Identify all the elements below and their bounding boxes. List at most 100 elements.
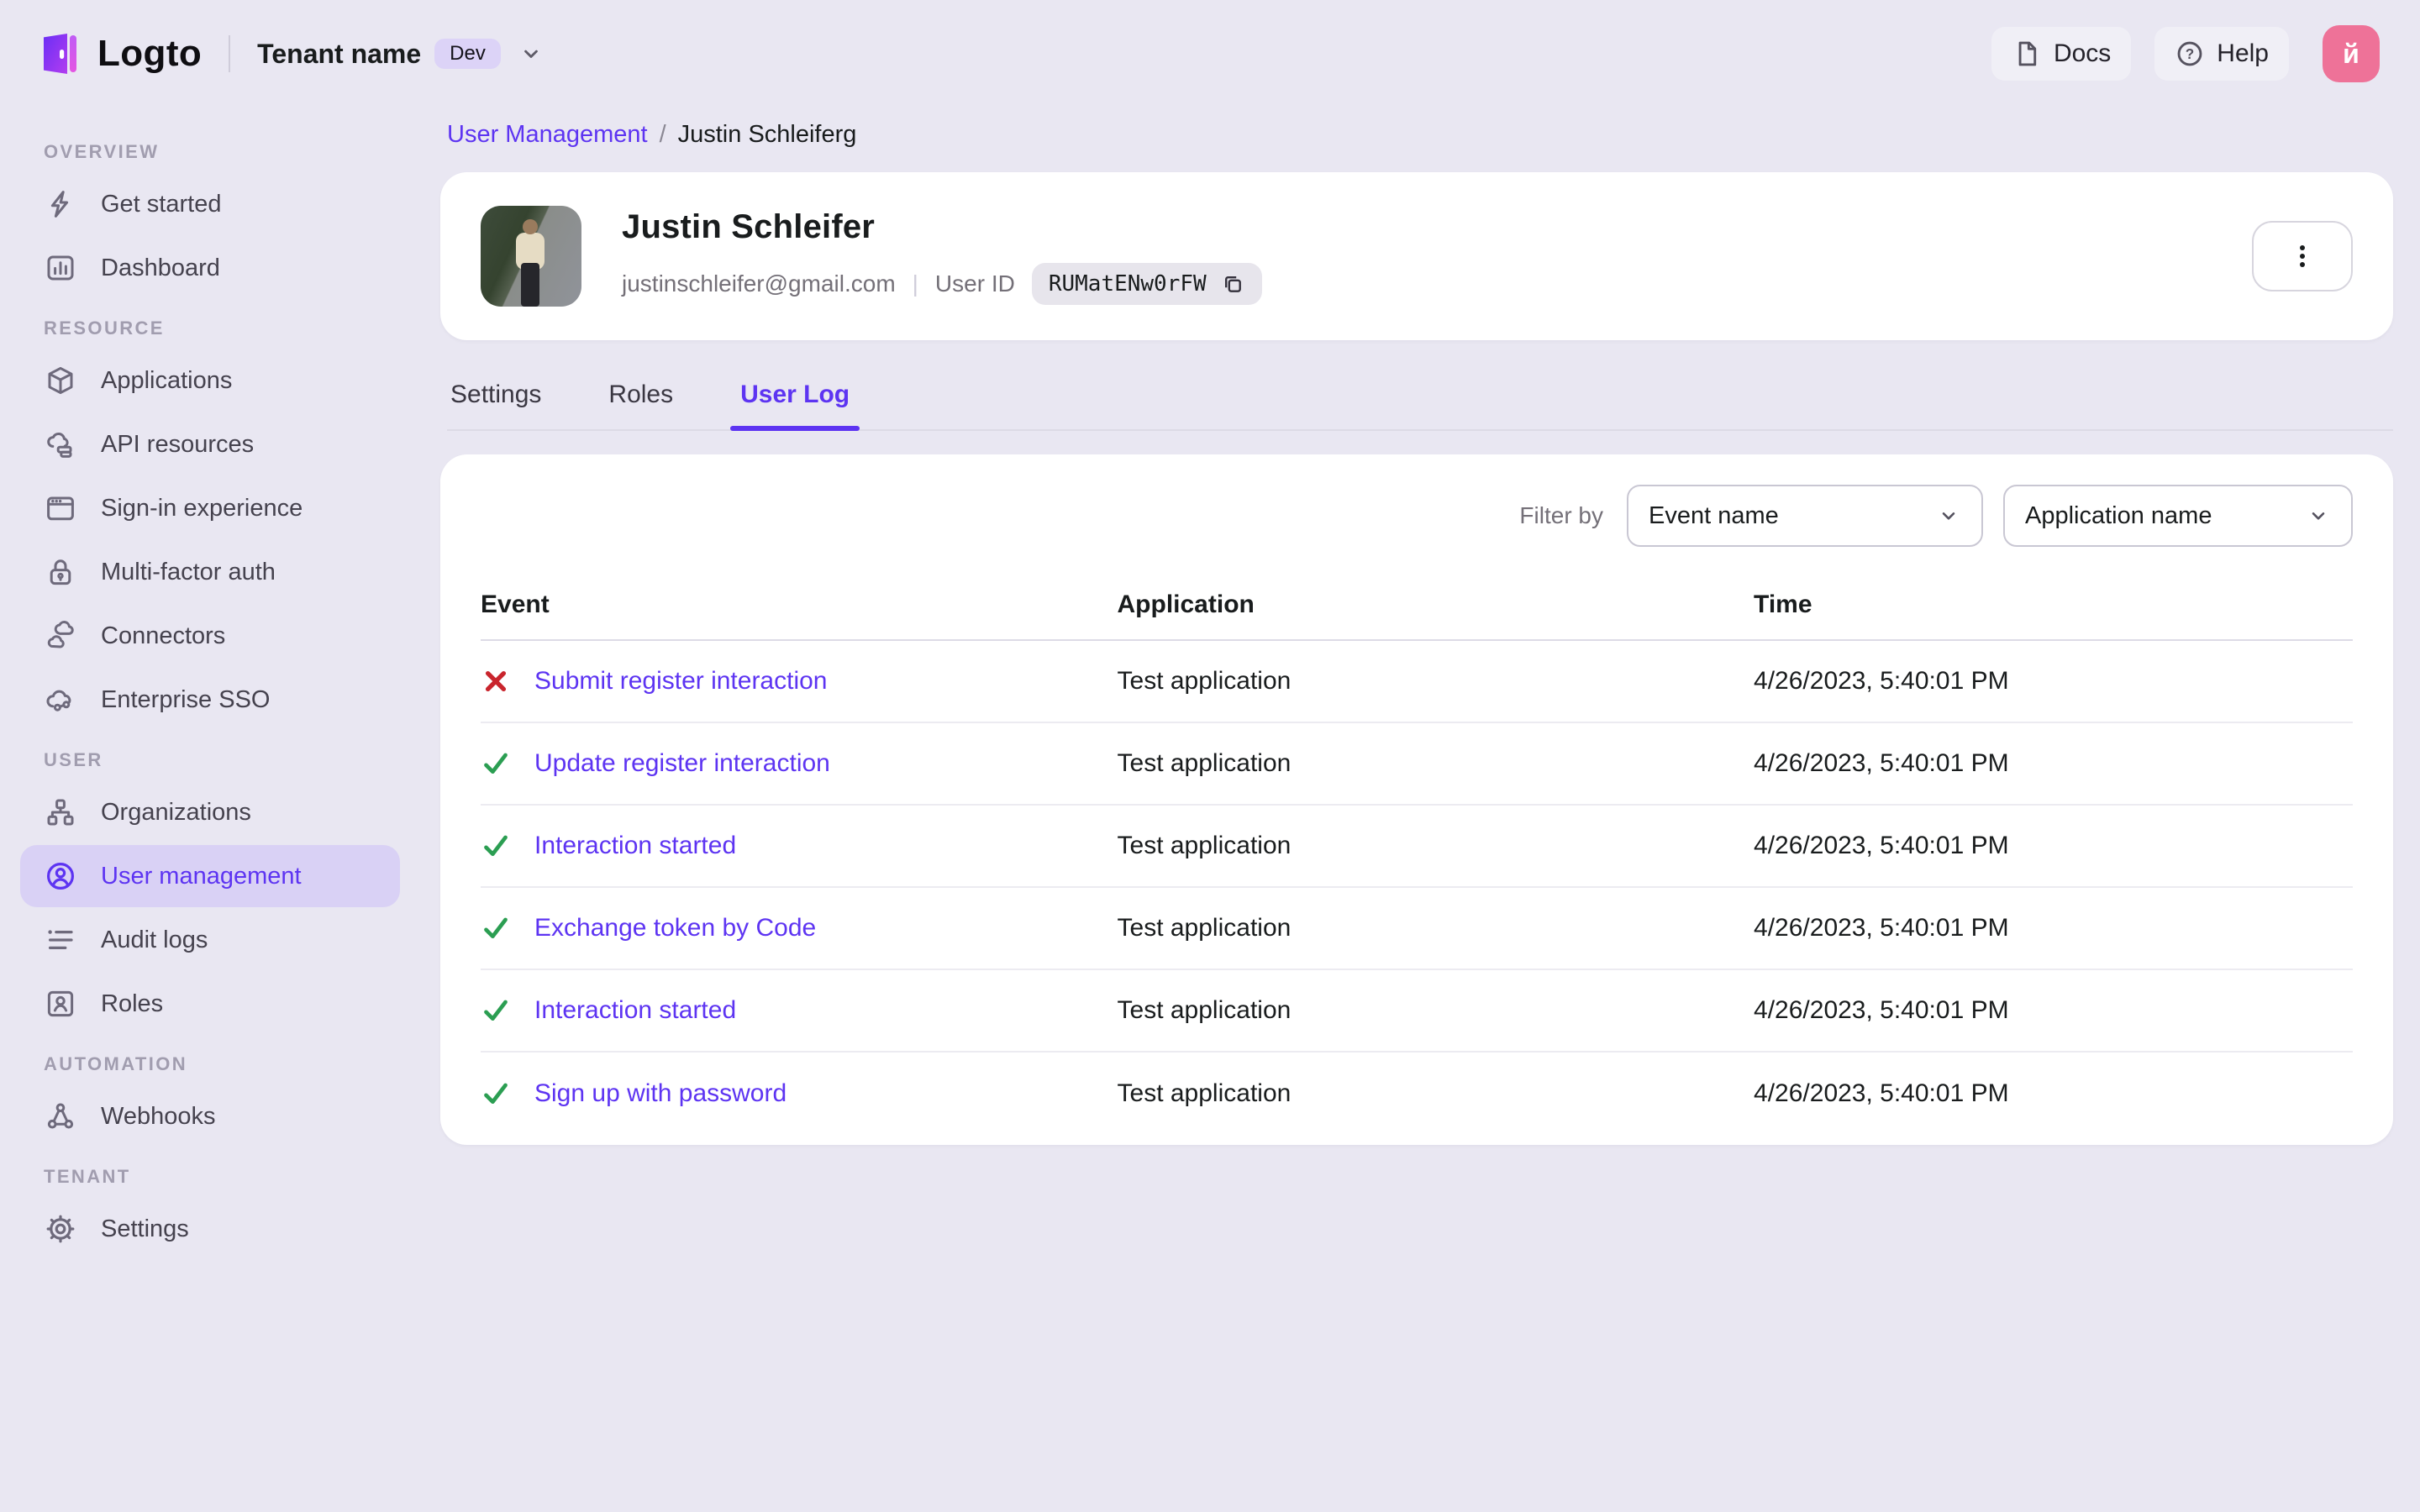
tab-roles[interactable]: Roles: [605, 381, 676, 429]
user-id-label: User ID: [934, 270, 1015, 297]
logto-console: Logto Tenant name Dev Docs ? Help й OVER…: [0, 0, 2420, 1512]
column-header-application: Application: [1117, 591, 1255, 618]
sidebar-item-label: Roles: [101, 990, 164, 1017]
sidebar-item-webhooks[interactable]: Webhooks: [20, 1085, 400, 1147]
kebab-icon: [2289, 243, 2316, 270]
application-cell: Test application: [1117, 1079, 1292, 1107]
role-card-icon: [44, 987, 77, 1021]
success-check-icon: [481, 831, 511, 861]
api-resources-icon: [44, 428, 77, 461]
time-cell: 4/26/2023, 5:40:01 PM: [1754, 996, 2009, 1024]
event-link[interactable]: Sign up with password: [534, 1079, 786, 1108]
breadcrumb-current: Justin Schleiferg: [677, 121, 857, 148]
event-link[interactable]: Update register interaction: [534, 749, 830, 778]
log-table-body: Submit register interaction Test applica…: [481, 641, 2353, 1135]
user-id-chip[interactable]: RUMatENw0rFW: [1031, 262, 1262, 305]
sidebar-item-roles[interactable]: Roles: [20, 973, 400, 1035]
event-link[interactable]: Exchange token by Code: [534, 914, 816, 942]
dashboard-icon: [44, 251, 77, 285]
tenant-name[interactable]: Tenant name: [257, 39, 421, 70]
sidebar-item-api-resources[interactable]: API resources: [20, 413, 400, 475]
event-name-select[interactable]: Event name: [1627, 485, 1983, 547]
help-button[interactable]: ? Help: [2154, 27, 2289, 81]
sidebar-section-resource: RESOURCE: [44, 318, 165, 339]
application-name-select-value: Application name: [2025, 501, 2212, 529]
svg-text:?: ?: [2186, 46, 2194, 62]
sidebar: OVERVIEW Get started Dashboard RESOURCE …: [0, 108, 420, 1262]
sidebar-item-label: Dashboard: [101, 254, 220, 281]
event-link[interactable]: Submit register interaction: [534, 667, 828, 696]
success-check-icon: [481, 913, 511, 943]
logto-logo-icon[interactable]: [34, 29, 84, 79]
table-row: Interaction started Test application 4/2…: [481, 970, 2353, 1053]
sidebar-item-get-started[interactable]: Get started: [20, 173, 400, 235]
sidebar-item-label: Get started: [101, 190, 222, 218]
user-card: Justin Schleifer justinschleifer@gmail.c…: [440, 172, 2393, 340]
sidebar-item-label: Sign-in experience: [101, 494, 303, 522]
question-circle-icon: ?: [2175, 39, 2205, 69]
sidebar-item-label: Webhooks: [101, 1102, 216, 1130]
success-check-icon: [481, 995, 511, 1026]
webhook-icon: [44, 1100, 77, 1133]
success-check-icon: [481, 1079, 511, 1109]
event-link[interactable]: Interaction started: [534, 832, 736, 860]
user-avatar-photo: [481, 206, 581, 307]
bolt-icon: [44, 187, 77, 221]
logto-wordmark: Logto: [97, 33, 203, 74]
event-link[interactable]: Interaction started: [534, 996, 736, 1025]
time-cell: 4/26/2023, 5:40:01 PM: [1754, 667, 2009, 695]
account-avatar[interactable]: й: [2323, 25, 2380, 82]
sidebar-item-audit-logs[interactable]: Audit logs: [20, 909, 400, 971]
time-cell: 4/26/2023, 5:40:01 PM: [1754, 832, 2009, 859]
sidebar-item-dashboard[interactable]: Dashboard: [20, 237, 400, 299]
sidebar-item-label: Organizations: [101, 798, 251, 826]
application-cell: Test application: [1117, 832, 1292, 859]
tenant-env-badge: Dev: [434, 39, 501, 69]
application-name-select[interactable]: Application name: [2003, 485, 2353, 547]
sidebar-item-label: Connectors: [101, 622, 226, 649]
chevron-down-icon[interactable]: [518, 40, 544, 67]
sidebar-item-connectors[interactable]: Connectors: [20, 605, 400, 667]
applications-cube-icon: [44, 364, 77, 397]
tab-user-log[interactable]: User Log: [730, 381, 860, 431]
sidebar-item-applications[interactable]: Applications: [20, 349, 400, 412]
breadcrumb-user-management-link[interactable]: User Management: [447, 121, 648, 149]
filter-row: Filter by Event name Application name: [481, 485, 2353, 547]
org-tree-icon: [44, 795, 77, 829]
chevron-down-icon: [2306, 503, 2331, 528]
breadcrumb-separator: /: [659, 121, 666, 148]
application-cell: Test application: [1117, 996, 1292, 1024]
copy-icon[interactable]: [1220, 271, 1245, 297]
success-check-icon: [481, 748, 511, 779]
more-actions-button[interactable]: [2252, 221, 2353, 291]
user-name: Justin Schleifer: [622, 207, 876, 245]
sidebar-item-settings[interactable]: Settings: [20, 1198, 400, 1260]
connectors-cloud-icon: [44, 619, 77, 653]
sidebar-item-label: Enterprise SSO: [101, 685, 271, 713]
sidebar-item-user-management[interactable]: User management: [20, 845, 400, 907]
table-row: Update register interaction Test applica…: [481, 723, 2353, 806]
filter-by-label: Filter by: [1519, 502, 1603, 528]
docs-button[interactable]: Docs: [1991, 27, 2132, 81]
user-id-value: RUMatENw0rFW: [1048, 270, 1207, 297]
sidebar-item-label: Multi-factor auth: [101, 558, 276, 585]
document-icon: [2012, 39, 2042, 69]
table-row: Submit register interaction Test applica…: [481, 641, 2353, 723]
application-cell: Test application: [1117, 667, 1292, 695]
sign-in-browser-icon: [44, 491, 77, 525]
topbar-divider: [229, 35, 231, 72]
sidebar-item-multi-factor-auth[interactable]: Multi-factor auth: [20, 541, 400, 603]
time-cell: 4/26/2023, 5:40:01 PM: [1754, 1079, 2009, 1107]
tab-bar: Settings Roles User Log: [447, 381, 2393, 431]
sidebar-item-organizations[interactable]: Organizations: [20, 781, 400, 843]
table-row: Sign up with password Test application 4…: [481, 1053, 2353, 1135]
column-header-event: Event: [481, 591, 550, 618]
user-log-panel: Filter by Event name Application name Ev…: [440, 454, 2393, 1145]
application-cell: Test application: [1117, 749, 1292, 777]
tab-settings[interactable]: Settings: [447, 381, 544, 429]
sidebar-item-enterprise-sso[interactable]: Enterprise SSO: [20, 669, 400, 731]
top-bar: Logto Tenant name Dev Docs ? Help й: [0, 0, 2420, 108]
sidebar-item-label: Applications: [101, 366, 233, 394]
lock-icon: [44, 555, 77, 589]
sidebar-item-sign-in-experience[interactable]: Sign-in experience: [20, 477, 400, 539]
